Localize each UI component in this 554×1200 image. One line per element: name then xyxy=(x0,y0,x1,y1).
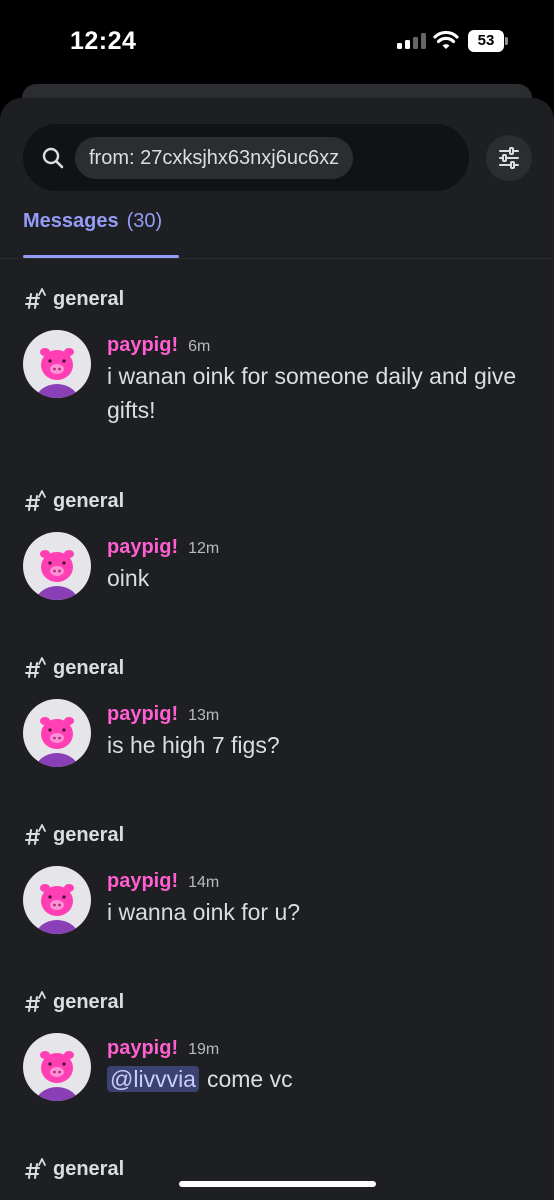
channel-header: general xyxy=(24,488,124,514)
channel-hash-icon xyxy=(25,824,46,845)
message-header: paypig! 14m xyxy=(107,870,219,896)
message-text: oink xyxy=(107,565,150,591)
message-text-body: come vc xyxy=(206,1066,293,1092)
message-text: @livvvia come vc xyxy=(107,1062,527,1096)
avatar[interactable] xyxy=(23,330,91,398)
timestamp: 12m xyxy=(188,540,220,557)
channel-header: general xyxy=(24,1156,124,1182)
channel-name: general xyxy=(53,823,125,846)
message-header: paypig! 6m xyxy=(107,334,210,360)
message-text: i wanna oink for u? xyxy=(107,899,301,925)
channel-name: general xyxy=(53,1157,125,1180)
username[interactable]: paypig! xyxy=(107,1037,178,1060)
timestamp: 13m xyxy=(188,707,220,724)
channel-header: general xyxy=(24,286,124,312)
cellular-signal-icon xyxy=(397,33,427,49)
home-indicator[interactable] xyxy=(179,1181,376,1187)
channel-hash-icon xyxy=(25,288,46,309)
search-results-sheet: from: 27cxksjhx63nxj6uc6xz Messages (30) … xyxy=(0,98,554,1200)
tab-label: Messages xyxy=(23,210,119,232)
tab-divider xyxy=(0,258,554,259)
pig-avatar-icon xyxy=(35,717,79,767)
username[interactable]: paypig! xyxy=(107,334,178,357)
channel-header: general xyxy=(24,989,124,1015)
avatar[interactable] xyxy=(23,866,91,934)
timestamp: 19m xyxy=(188,1041,220,1058)
status-bar: 12:24 53 xyxy=(0,0,554,84)
pig-avatar-icon xyxy=(35,884,79,934)
avatar[interactable] xyxy=(23,1033,91,1101)
avatar[interactable] xyxy=(23,532,91,600)
message-text: i wanan oink for someone daily and give … xyxy=(107,363,517,423)
channel-name: general xyxy=(53,489,125,512)
battery-icon: 53 xyxy=(468,30,508,52)
user-mention[interactable]: @livvvia xyxy=(107,1066,199,1092)
username[interactable]: paypig! xyxy=(107,536,178,559)
channel-header: general xyxy=(24,655,124,681)
username[interactable]: paypig! xyxy=(107,870,178,893)
battery-level: 53 xyxy=(468,30,504,52)
channel-name: general xyxy=(53,287,125,310)
channel-name: general xyxy=(53,656,125,679)
message-header: paypig! 19m xyxy=(107,1037,219,1063)
search-filter-chip[interactable]: from: 27cxksjhx63nxj6uc6xz xyxy=(75,137,354,179)
tab-count: (30) xyxy=(126,210,163,232)
message-text: is he high 7 figs? xyxy=(107,732,280,758)
channel-hash-icon xyxy=(25,490,46,511)
message-header: paypig! 12m xyxy=(107,536,219,562)
channel-name: general xyxy=(53,990,125,1013)
pig-avatar-icon xyxy=(35,550,79,600)
channel-hash-icon xyxy=(25,1158,46,1179)
tab-messages[interactable]: Messages (30) xyxy=(23,210,162,233)
channel-header: general xyxy=(24,822,124,848)
search-icon xyxy=(42,147,64,169)
message-header: paypig! 13m xyxy=(107,703,219,729)
avatar[interactable] xyxy=(23,699,91,767)
pig-avatar-icon xyxy=(35,348,79,398)
username[interactable]: paypig! xyxy=(107,703,178,726)
timestamp: 6m xyxy=(188,338,211,355)
timestamp: 14m xyxy=(188,874,220,891)
pig-avatar-icon xyxy=(35,1051,79,1101)
search-bar[interactable]: from: 27cxksjhx63nxj6uc6xz xyxy=(23,124,469,191)
filter-button[interactable] xyxy=(486,135,532,181)
sliders-icon xyxy=(499,147,519,169)
wifi-icon xyxy=(433,30,459,49)
channel-hash-icon xyxy=(25,657,46,678)
status-time: 12:24 xyxy=(70,27,137,55)
channel-hash-icon xyxy=(25,991,46,1012)
